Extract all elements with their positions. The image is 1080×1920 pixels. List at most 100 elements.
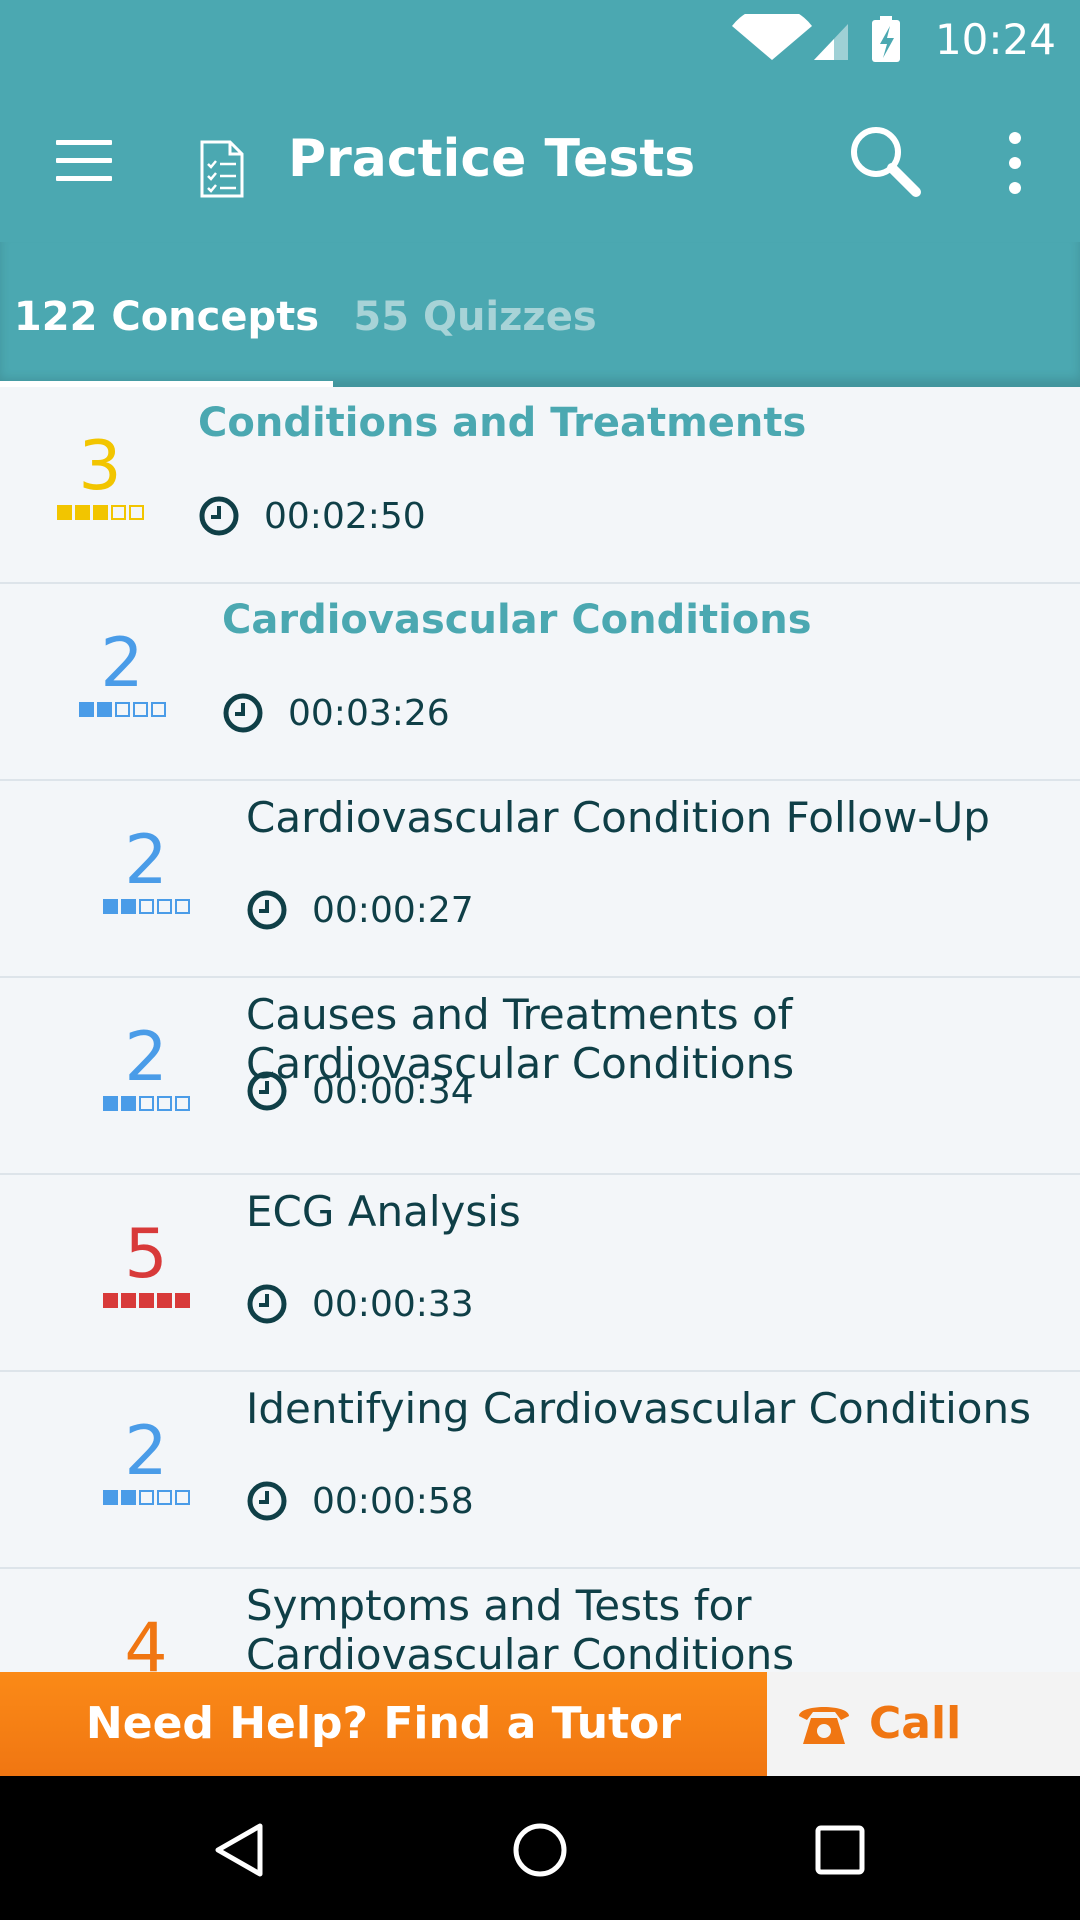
document-checklist-icon <box>200 140 244 198</box>
item-title: Cardiovascular Condition Follow-Up <box>246 793 990 842</box>
item-duration: 00:03:26 <box>222 692 450 734</box>
difficulty-number: 5 <box>124 1215 168 1294</box>
list-item[interactable]: 2 Cardiovascular Conditions 00:03:26 <box>0 584 1080 781</box>
clock-icon <box>247 1481 287 1521</box>
page-title: Practice Tests <box>288 129 696 189</box>
difficulty-box-empty <box>156 1490 172 1505</box>
difficulty-number: 3 <box>78 427 122 506</box>
difficulty-number: 4 <box>124 1609 168 1673</box>
difficulty-box-filled <box>120 1293 136 1308</box>
difficulty-box-filled <box>120 1490 136 1505</box>
item-duration: 00:02:50 <box>198 495 426 537</box>
item-title: ECG Analysis <box>246 1187 521 1236</box>
clock-icon <box>223 693 263 733</box>
difficulty-meter <box>96 1293 196 1308</box>
cell-signal-icon <box>814 24 848 60</box>
item-title: Symptoms and Tests for Cardiovascular Co… <box>246 1581 795 1672</box>
difficulty-level: 3 <box>50 431 150 520</box>
phone-icon <box>799 1707 849 1744</box>
difficulty-box-empty <box>138 1096 154 1111</box>
difficulty-box-filled <box>56 505 72 520</box>
clock-icon <box>247 890 287 930</box>
difficulty-box-filled <box>92 505 108 520</box>
difficulty-number: 2 <box>124 1412 168 1491</box>
tab-bar: 122 Concepts 55 Quizzes <box>0 242 1080 387</box>
clock-icon <box>247 1071 287 1111</box>
difficulty-box-filled <box>96 702 112 717</box>
difficulty-level: 2 <box>72 628 172 717</box>
difficulty-box-filled <box>102 1096 118 1111</box>
clock-icon <box>247 1284 287 1324</box>
duration-text: 00:00:27 <box>312 889 474 931</box>
clock-icon <box>199 496 239 536</box>
difficulty-box-empty <box>150 702 166 717</box>
status-icons <box>732 14 900 62</box>
difficulty-box-filled <box>138 1293 154 1308</box>
difficulty-box-filled <box>102 1293 118 1308</box>
more-vert-icon[interactable] <box>990 130 1040 196</box>
difficulty-meter <box>96 1490 196 1505</box>
item-title: Identifying Cardiovascular Conditions <box>246 1384 1031 1433</box>
find-tutor-button[interactable]: Need Help? Find a Tutor <box>0 1672 767 1776</box>
difficulty-box-empty <box>114 702 130 717</box>
difficulty-box-empty <box>128 505 144 520</box>
menu-icon[interactable] <box>46 128 122 192</box>
item-duration: 00:00:34 <box>246 1070 474 1112</box>
app-bar: Practice Tests <box>0 78 1080 242</box>
item-title: Conditions and Treatments <box>198 400 807 446</box>
difficulty-box-empty <box>132 702 148 717</box>
difficulty-number: 2 <box>124 821 168 900</box>
duration-text: 00:03:26 <box>288 692 450 734</box>
wifi-icon <box>732 14 812 60</box>
list-item[interactable]: 2 Cardiovascular Condition Follow-Up 00:00… <box>0 781 1080 978</box>
home-icon[interactable] <box>510 1820 570 1880</box>
difficulty-box-filled <box>102 1490 118 1505</box>
call-now-button[interactable]: Call Now <box>767 1672 1080 1853</box>
back-icon[interactable] <box>210 1820 270 1880</box>
difficulty-box-empty <box>156 899 172 914</box>
item-duration: 00:00:33 <box>246 1283 474 1325</box>
concept-list: 3 Conditions and Treatments 00:02:50 2 Cardi… <box>0 387 1080 1672</box>
tab-concepts[interactable]: 122 Concepts <box>0 242 333 387</box>
difficulty-box-filled <box>102 899 118 914</box>
duration-text: 00:00:58 <box>312 1480 474 1522</box>
difficulty-box-empty <box>174 899 190 914</box>
status-bar: 10:24 <box>0 0 1080 78</box>
item-duration: 00:00:58 <box>246 1480 474 1522</box>
difficulty-meter <box>96 899 196 914</box>
difficulty-box-filled <box>120 899 136 914</box>
difficulty-level: 2 <box>96 1416 196 1505</box>
list-item[interactable]: 4 Symptoms and Tests for Cardiovascular C… <box>0 1569 1080 1672</box>
list-item[interactable]: 2 Identifying Cardiovascular Conditions 00… <box>0 1372 1080 1569</box>
difficulty-box-empty <box>156 1096 172 1111</box>
difficulty-box-filled <box>156 1293 172 1308</box>
system-nav-bar <box>0 1776 1080 1920</box>
list-item[interactable]: 2 Causes and Treatments of Cardiovascular… <box>0 978 1080 1175</box>
list-item[interactable]: 5 ECG Analysis 00:00:33 <box>0 1175 1080 1372</box>
difficulty-box-empty <box>138 899 154 914</box>
difficulty-box-filled <box>120 1096 136 1111</box>
difficulty-box-empty <box>138 1490 154 1505</box>
difficulty-box-filled <box>78 702 94 717</box>
item-duration: 00:00:27 <box>246 889 474 931</box>
difficulty-level: 2 <box>96 825 196 914</box>
tab-quizzes[interactable]: 55 Quizzes <box>340 242 610 387</box>
duration-text: 00:02:50 <box>264 495 426 537</box>
duration-text: 00:00:33 <box>312 1283 474 1325</box>
search-icon[interactable] <box>846 122 926 202</box>
difficulty-level: 4 <box>96 1609 196 1673</box>
difficulty-level: 5 <box>96 1219 196 1308</box>
difficulty-box-filled <box>74 505 90 520</box>
difficulty-number: 2 <box>100 624 144 703</box>
recents-icon[interactable] <box>810 1820 870 1880</box>
difficulty-box-empty <box>174 1096 190 1111</box>
duration-text: 00:00:34 <box>312 1070 474 1112</box>
difficulty-number: 2 <box>124 1018 168 1097</box>
item-title: Cardiovascular Conditions <box>222 597 812 643</box>
cta-bar: Need Help? Find a Tutor Call Now <box>0 1672 1080 1853</box>
battery-charging-icon <box>872 16 900 62</box>
difficulty-box-empty <box>110 505 126 520</box>
difficulty-box-empty <box>174 1490 190 1505</box>
list-item[interactable]: 3 Conditions and Treatments 00:02:50 <box>0 387 1080 584</box>
difficulty-level: 2 <box>96 1022 196 1111</box>
